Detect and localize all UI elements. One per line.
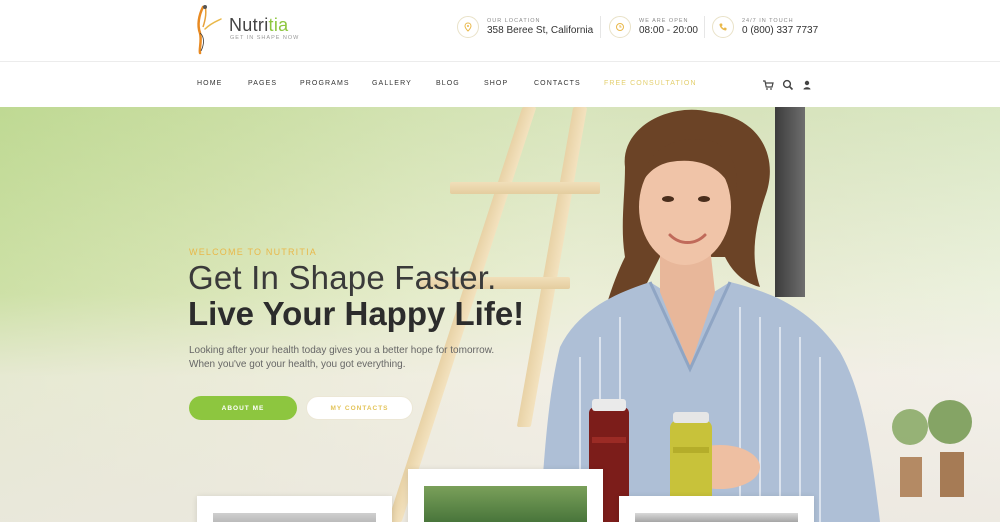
top-header: Nutritia GET IN SHAPE NOW OUR LOCATION 3… [0, 0, 1000, 62]
nav-programs[interactable]: PROGRAMS [300, 80, 350, 87]
clock-icon [609, 16, 631, 38]
nav-gallery[interactable]: GALLERY [372, 80, 412, 87]
nav-home[interactable]: HOME [197, 80, 222, 87]
feature-card[interactable] [408, 469, 603, 522]
nav-contacts[interactable]: CONTACTS [534, 80, 581, 87]
feature-card-image [635, 513, 798, 522]
hero-woman-photo [540, 109, 880, 522]
my-contacts-button[interactable]: MY CONTACTS [306, 396, 413, 420]
cart-icon[interactable] [762, 78, 774, 90]
hero-headline-line1: Get In Shape Faster. [188, 259, 497, 296]
search-icon[interactable] [782, 78, 794, 91]
hero-lead-line2: When you've got your health, you got eve… [189, 359, 406, 370]
nav-blog[interactable]: BLOG [436, 80, 460, 87]
nav-free-consultation[interactable]: FREE CONSULTATION [604, 80, 697, 87]
logo-tagline: GET IN SHAPE NOW [230, 35, 300, 41]
location-pin-icon [457, 16, 479, 38]
feature-card[interactable] [619, 496, 814, 522]
hero-section: WELCOME TO NUTRITIA Get In Shape Faster.… [0, 107, 1000, 522]
nav-pages[interactable]: PAGES [248, 80, 277, 87]
logo[interactable]: Nutritia GET IN SHAPE NOW [193, 3, 313, 55]
hours-value: 08:00 - 20:00 [639, 25, 698, 36]
header-divider [600, 16, 601, 38]
header-divider [704, 16, 705, 38]
hero-headline-line2: Live Your Happy Life! [188, 295, 525, 332]
main-nav: HOME PAGES PROGRAMS GALLERY BLOG SHOP CO… [0, 63, 1000, 107]
feature-card-image [424, 486, 587, 522]
phone-icon [712, 16, 734, 38]
phone-label: 24/7 IN TOUCH [742, 18, 794, 24]
logo-text: Nutritia [229, 15, 289, 35]
feature-card-image [213, 513, 376, 522]
plants-decoration [892, 400, 972, 497]
feature-card[interactable] [197, 496, 392, 522]
user-icon[interactable] [801, 78, 813, 90]
nav-shop[interactable]: SHOP [484, 80, 508, 87]
phone-value[interactable]: 0 (800) 337 7737 [742, 25, 818, 36]
logo-figure-icon [197, 5, 222, 55]
hero-eyebrow: WELCOME TO NUTRITIA [189, 247, 317, 257]
hero-lead: Looking after your health today gives yo… [189, 344, 529, 372]
about-me-button[interactable]: ABOUT ME [189, 396, 297, 420]
location-label: OUR LOCATION [487, 18, 541, 24]
location-value: 358 Beree St, California [487, 25, 594, 36]
hero-lead-line1: Looking after your health today gives yo… [189, 345, 495, 356]
hours-label: WE ARE OPEN [639, 18, 689, 24]
